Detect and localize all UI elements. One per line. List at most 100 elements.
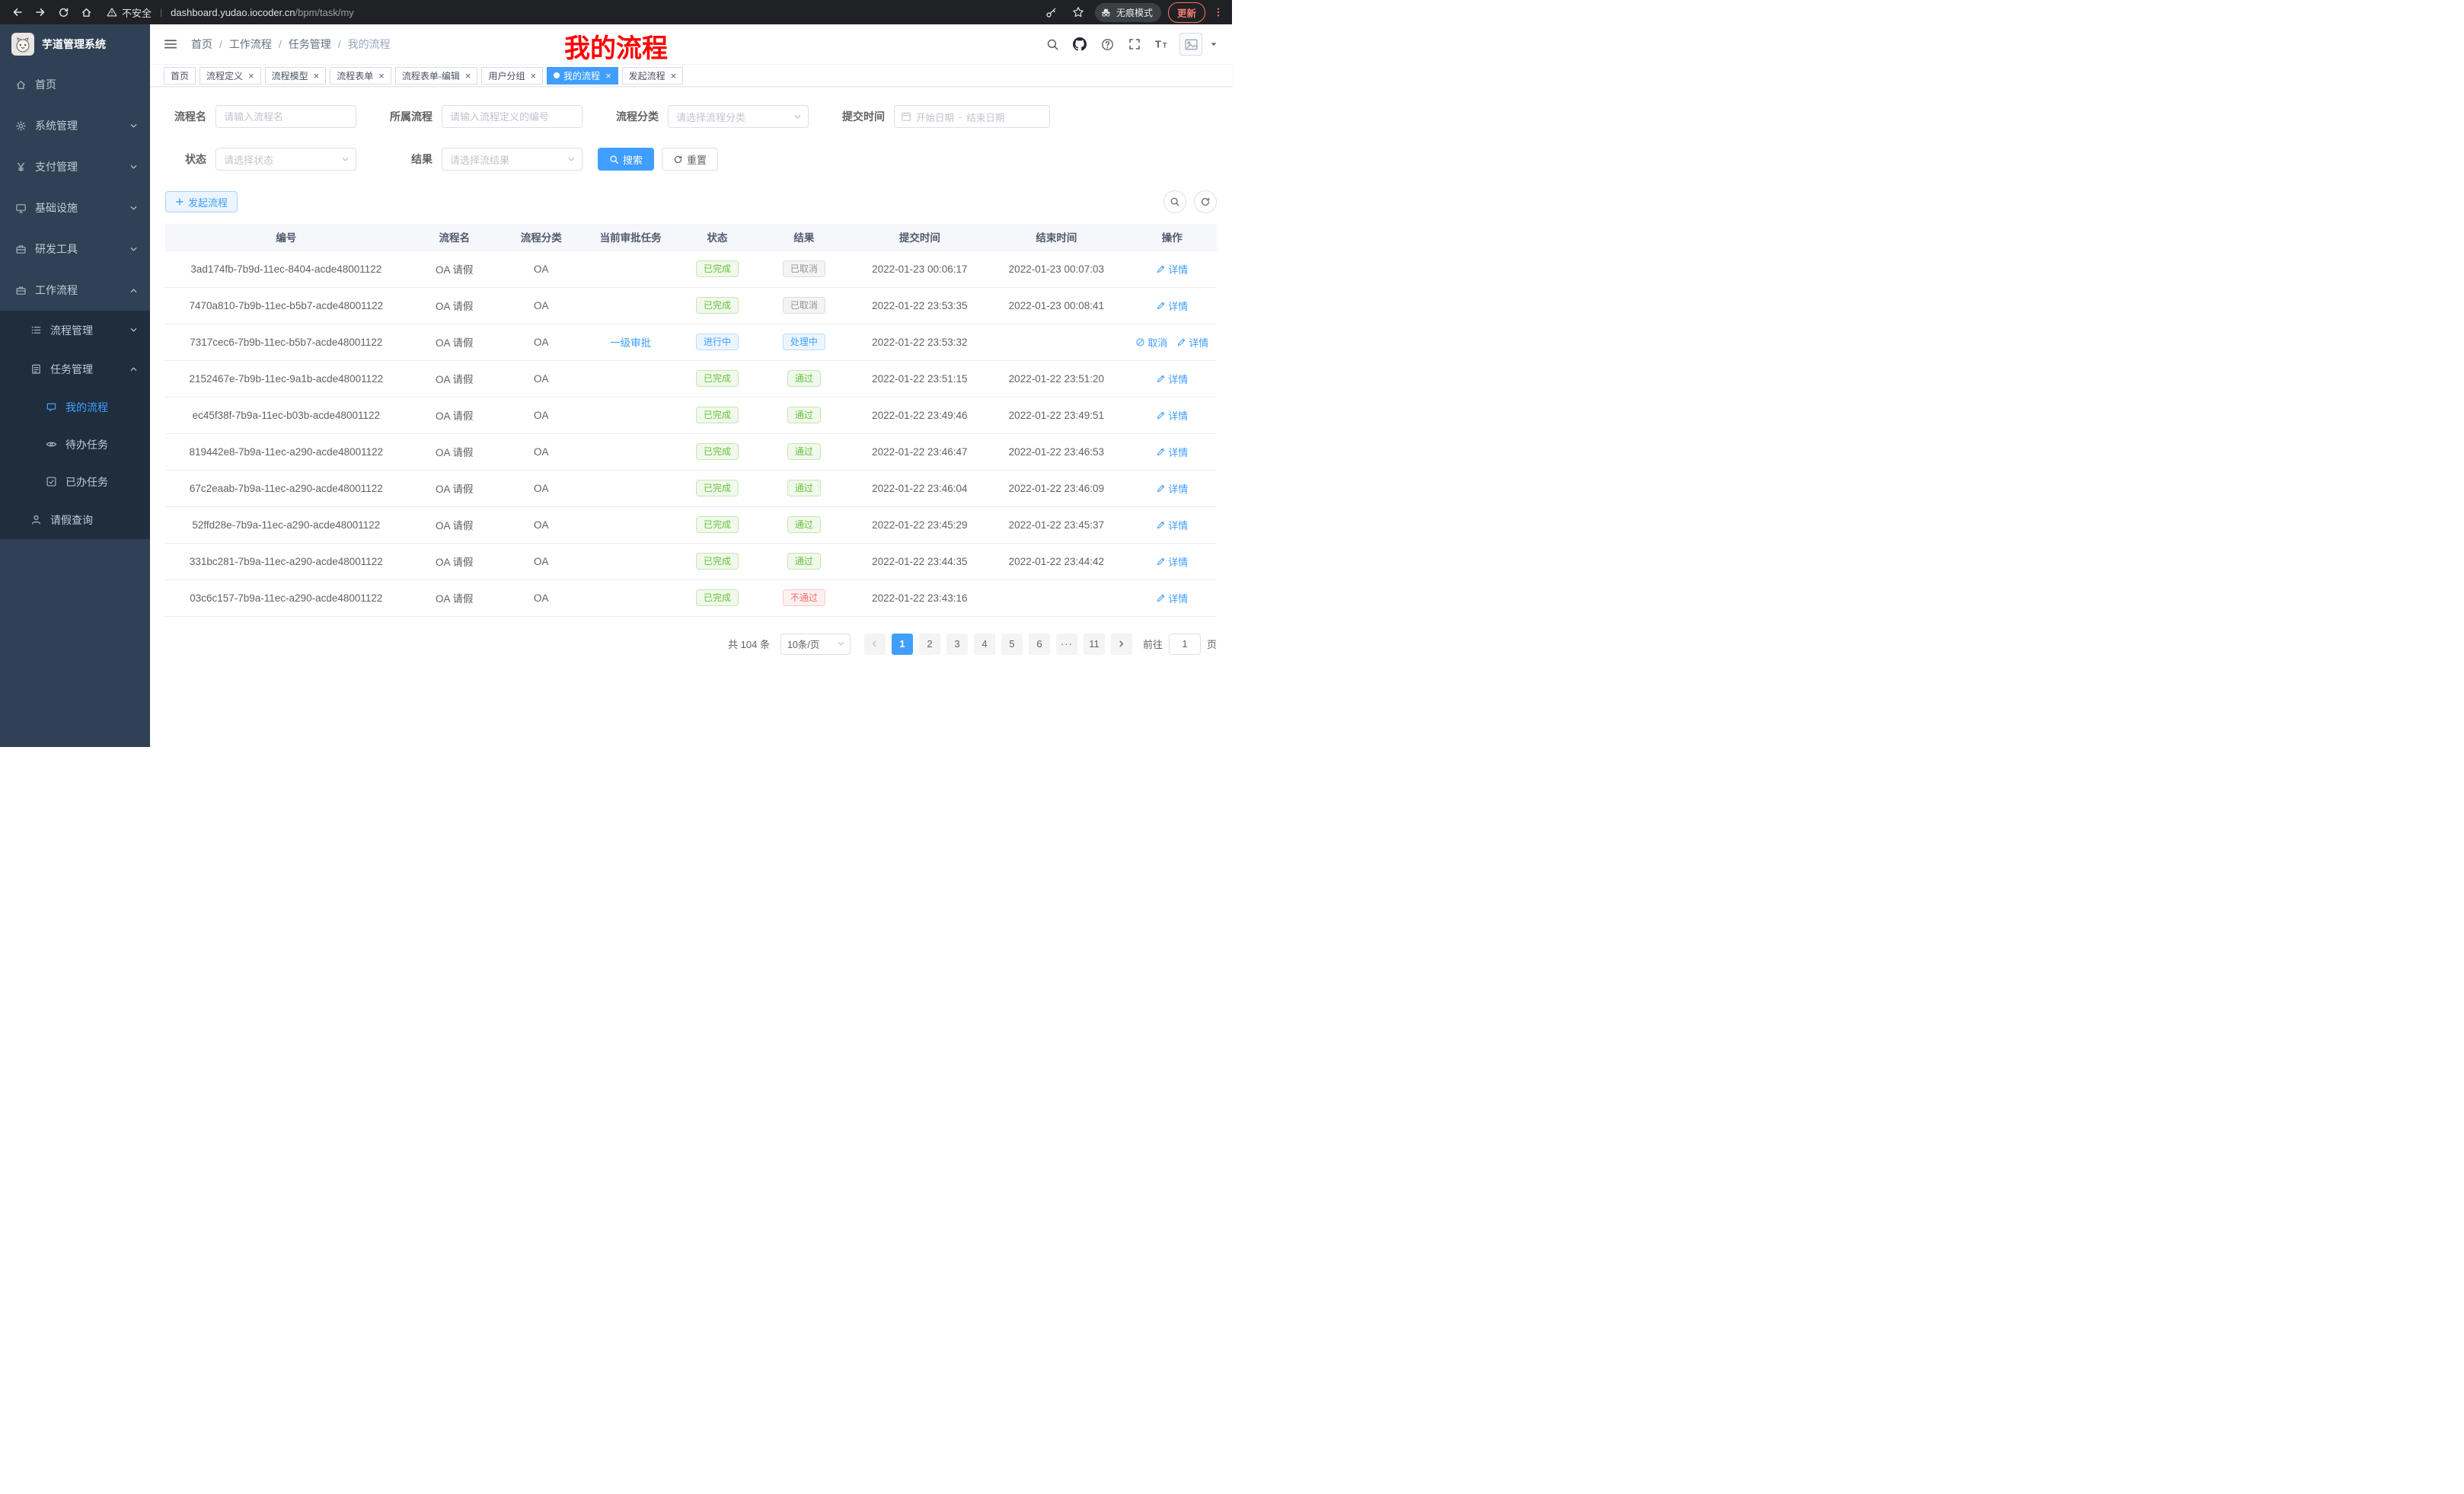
process-def-input[interactable] [442,105,582,128]
close-icon[interactable]: × [605,71,611,81]
avatar[interactable] [1179,33,1202,56]
filter-label-process-name: 流程名 [165,109,215,124]
category-placeholder: 请选择流程分类 [676,110,793,124]
close-icon[interactable]: × [248,71,254,81]
close-icon[interactable]: × [465,71,471,81]
help-icon[interactable] [1097,34,1117,54]
result-select[interactable]: 请选择流结果 [442,148,582,171]
search-button-label: 搜索 [623,152,643,167]
sidebar-item-label: 首页 [35,77,150,92]
detail-button[interactable]: 详情 [1156,298,1188,313]
status-select[interactable]: 请选择状态 [215,148,356,171]
star-icon[interactable] [1068,3,1088,21]
sidebar-item-label: 流程管理 [50,323,129,338]
hamburger-icon[interactable] [161,35,180,53]
sidebar-item-home[interactable]: 首页 [0,64,150,105]
cell-result: 处理中 [754,324,854,360]
breadcrumb-item[interactable]: 任务管理 [289,37,331,52]
detail-button[interactable]: 详情 [1156,372,1188,386]
address-bar[interactable]: 不安全 | dashboard.yudao.iocoder.cn/bpm/tas… [107,5,1031,20]
sidebar-item-infrastructure[interactable]: 基础设施 [0,187,150,228]
detail-button[interactable]: 详情 [1156,518,1188,532]
create-process-button[interactable]: 发起流程 [165,191,238,212]
search-icon[interactable] [1042,34,1062,54]
total-count: 共 104 条 [728,637,770,651]
close-icon[interactable]: × [671,71,677,81]
tab-item-4[interactable]: 流程表单-编辑× [395,67,478,85]
update-button[interactable]: 更新 [1168,2,1205,23]
cancel-button[interactable]: 取消 [1135,335,1167,350]
close-icon[interactable]: × [378,71,385,81]
page-button-3[interactable]: 3 [946,634,968,655]
page-size-select[interactable]: 10条/页 [780,634,851,655]
browser-menu-icon[interactable] [1212,3,1224,21]
sidebar-item-system[interactable]: 系统管理 [0,105,150,146]
cell-process-name: OA 请假 [407,506,502,543]
tab-item-6[interactable]: 我的流程× [547,67,618,85]
tab-item-7[interactable]: 发起流程× [622,67,684,85]
sidebar-item-devtools[interactable]: 研发工具 [0,228,150,270]
cell-result: 不通过 [754,579,854,616]
cell-actions: 详情 [1128,470,1217,506]
current-task-link[interactable]: 一级审批 [610,337,651,349]
status-tag: 已完成 [696,480,739,496]
close-icon[interactable]: × [530,71,536,81]
toolbar: 发起流程 [165,190,1217,213]
forward-icon[interactable] [30,3,50,21]
fullscreen-icon[interactable] [1125,34,1144,54]
detail-button[interactable]: 详情 [1156,591,1188,605]
reload-icon[interactable] [53,3,73,21]
tab-item-1[interactable]: 流程定义× [199,67,261,85]
sidebar-item-payment[interactable]: 支付管理 [0,146,150,187]
sidebar-item-done-tasks[interactable]: 已办任务 [0,463,150,500]
sidebar-item-my-process[interactable]: 我的流程 [0,388,150,426]
detail-button[interactable]: 详情 [1156,481,1188,496]
sidebar-item-workflow[interactable]: 工作流程 [0,270,150,311]
goto-page-input[interactable] [1169,634,1201,655]
tab-item-5[interactable]: 用户分组× [481,67,543,85]
category-select[interactable]: 请选择流程分类 [668,105,809,128]
cell-id: 03c6c157-7b9a-11ec-a290-acde48001122 [165,579,407,616]
browser-home-icon[interactable] [76,3,96,21]
tab-item-2[interactable]: 流程模型× [265,67,327,85]
close-icon[interactable]: × [314,71,320,81]
detail-button[interactable]: 详情 [1176,335,1208,350]
search-button[interactable]: 搜索 [598,148,654,171]
page-button-1[interactable]: 1 [892,634,913,655]
breadcrumb-separator: / [279,38,282,50]
submit-time-range-picker[interactable]: 开始日期 - 结束日期 [894,105,1050,128]
refresh-table-button[interactable] [1194,190,1217,213]
detail-button[interactable]: 详情 [1156,262,1188,276]
github-icon[interactable] [1070,34,1090,54]
result-tag: 通过 [787,443,821,460]
sidebar-item-task-mgmt[interactable]: 任务管理 [0,350,150,388]
key-icon[interactable] [1042,3,1061,21]
back-icon[interactable] [8,3,27,21]
sidebar-item-todo-tasks[interactable]: 待办任务 [0,426,150,463]
detail-button[interactable]: 详情 [1156,554,1188,569]
page-button-6[interactable]: 6 [1029,634,1050,655]
prev-page-button[interactable] [864,634,886,655]
caret-down-icon[interactable] [1210,40,1220,48]
page-button-5[interactable]: 5 [1001,634,1023,655]
app-logo[interactable]: 芋道管理系统 [0,24,150,64]
font-size-icon[interactable]: TT [1152,34,1172,54]
reset-button[interactable]: 重置 [662,148,718,171]
breadcrumb-item[interactable]: 工作流程 [229,37,272,52]
breadcrumb-item[interactable]: 首页 [191,37,212,52]
pagination-more-button[interactable]: ··· [1056,634,1077,655]
tab-item-3[interactable]: 流程表单× [330,67,391,85]
cell-id: 7470a810-7b9b-11ec-b5b7-acde48001122 [165,287,407,324]
page-button-11[interactable]: 11 [1084,634,1105,655]
detail-button[interactable]: 详情 [1156,408,1188,423]
next-page-button[interactable] [1111,634,1132,655]
toggle-search-button[interactable] [1163,190,1186,213]
page-button-2[interactable]: 2 [919,634,940,655]
detail-button[interactable]: 详情 [1156,445,1188,459]
sidebar-item-process-mgmt[interactable]: 流程管理 [0,311,150,350]
page-button-4[interactable]: 4 [974,634,995,655]
process-name-input[interactable] [215,105,356,128]
sidebar-item-leave-query[interactable]: 请假查询 [0,500,150,539]
cell-category: OA [502,433,581,470]
tab-item-0[interactable]: 首页 [164,67,196,85]
